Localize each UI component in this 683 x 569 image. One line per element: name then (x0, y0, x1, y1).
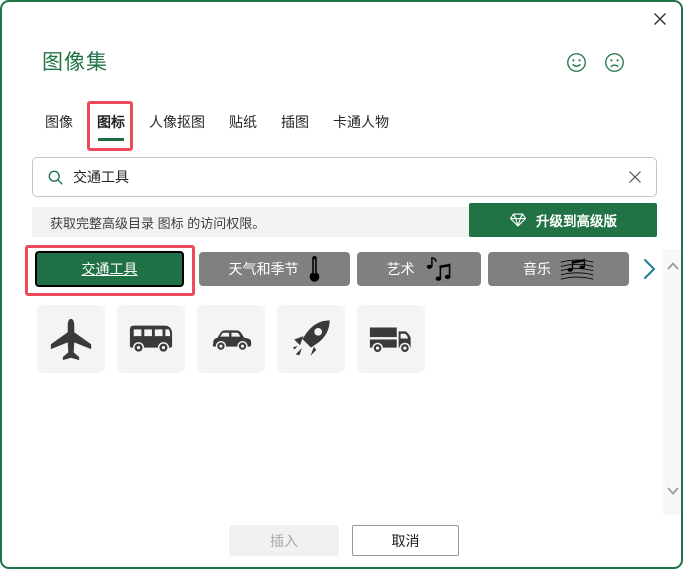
insert-button[interactable]: 插入 (229, 525, 339, 556)
close-icon (629, 171, 641, 183)
search-icon (48, 170, 63, 185)
close-icon (654, 13, 666, 25)
feedback-icons (566, 52, 625, 73)
category-weather-seasons[interactable]: 天气和季节 (199, 252, 350, 286)
page-title: 图像集 (42, 51, 108, 74)
icon-result-airplane[interactable] (37, 305, 105, 373)
tab-stickers[interactable]: 贴纸 (229, 112, 257, 132)
rocket-icon (292, 320, 330, 356)
scroll-up-button[interactable] (663, 256, 681, 276)
tab-cartoon-people[interactable]: 卡通人物 (333, 112, 389, 132)
cancel-button[interactable]: 取消 (352, 525, 459, 556)
next-categories-button[interactable] (639, 257, 659, 281)
upgrade-button[interactable]: 升级到高级版 (469, 203, 657, 237)
icon-result-rocket[interactable] (277, 305, 345, 373)
truck-icon (369, 327, 411, 354)
category-label: 音乐 (523, 261, 551, 277)
icon-result-car[interactable] (197, 305, 265, 373)
category-label: 天气和季节 (228, 261, 299, 277)
upgrade-button-label: 升级到高级版 (536, 214, 617, 229)
thermometer-icon (309, 256, 319, 282)
car-icon (212, 330, 252, 352)
music-notes-icon (426, 257, 450, 281)
tab-illustrations[interactable]: 插图 (281, 112, 309, 132)
tab-icons[interactable]: 图标 (87, 101, 133, 151)
search-clear-button[interactable] (628, 170, 642, 184)
tab-cutout-people[interactable]: 人像抠图 (149, 112, 205, 132)
airplane-icon (50, 318, 92, 361)
tab-selected-underline (98, 138, 124, 141)
icon-result-bus[interactable] (117, 305, 185, 373)
scroll-down-button[interactable] (663, 481, 681, 501)
category-arts[interactable]: 艺术 (357, 252, 481, 286)
category-music[interactable]: 音乐 (488, 252, 629, 286)
category-label: 交通工具 (81, 261, 138, 277)
happy-face-icon[interactable] (566, 52, 587, 73)
sheet-music-icon (560, 258, 594, 280)
scrollbar[interactable] (663, 249, 681, 515)
tab-bar: 图像 图标 人像抠图 贴纸 插图 卡通人物 (45, 101, 389, 151)
icon-result-truck[interactable] (357, 305, 425, 373)
tab-images[interactable]: 图像 (45, 112, 73, 132)
category-transportation[interactable]: 交通工具 (35, 251, 184, 287)
category-label: 艺术 (386, 261, 415, 277)
chevron-down-icon (667, 487, 679, 495)
gem-icon (509, 213, 527, 227)
search-input[interactable] (73, 169, 628, 185)
stock-images-dialog: 图像集 图像 图标 人像抠图 贴纸 插图 卡通人物 交通工具 获取完整高级目录 … (0, 0, 683, 569)
close-button[interactable] (651, 10, 669, 28)
tab-icons-label: 图标 (97, 114, 125, 130)
search-box[interactable] (32, 157, 657, 197)
bus-icon (129, 325, 173, 354)
premium-banner-text: 获取完整高级目录 图标 的访问权限。 (50, 215, 266, 231)
sad-face-icon[interactable] (604, 52, 625, 73)
chevron-right-icon (643, 259, 655, 279)
chevron-up-icon (667, 262, 679, 270)
icon-results-grid (37, 305, 425, 373)
